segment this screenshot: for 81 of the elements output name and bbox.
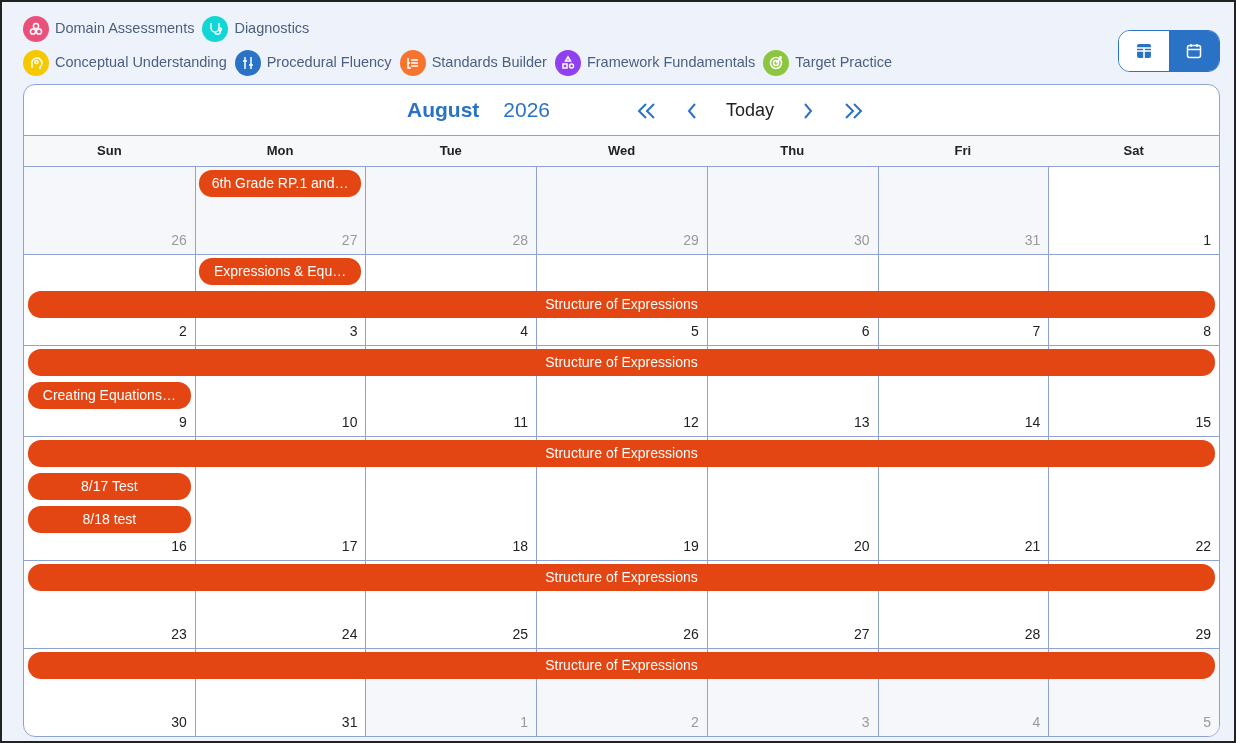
day-number: 29 (683, 230, 700, 250)
day-number: 1 (1203, 230, 1212, 250)
day-number: 23 (171, 624, 188, 644)
weekday-header: Thu (779, 142, 806, 160)
day-number: 16 (171, 536, 188, 556)
chevron-left-icon (686, 102, 699, 121)
day-number: 3 (861, 712, 871, 732)
calendar-icon (1185, 42, 1203, 60)
day-number: 27 (341, 230, 359, 250)
weekday-header: Tue (438, 142, 463, 160)
day-number: 18 (512, 536, 530, 556)
legend-label: Target Practice (795, 53, 893, 73)
day-number: 1 (520, 712, 530, 732)
day-number: 2 (691, 712, 700, 732)
day-number: 24 (341, 624, 359, 644)
day-number: 5 (1203, 712, 1212, 732)
day-number: 30 (854, 230, 871, 250)
event-pill[interactable]: 8/17 Test (28, 472, 191, 500)
table-view-button[interactable] (1119, 31, 1169, 71)
day-number: 21 (1024, 536, 1042, 556)
day-number: 31 (1024, 230, 1042, 250)
legend-label: Domain Assessments (55, 19, 195, 39)
weekday-header: Mon (265, 142, 295, 160)
event-bar[interactable]: Structure of Expressions (28, 439, 1215, 467)
day-number: 15 (1195, 412, 1212, 432)
legend-label: Standards Builder (431, 53, 547, 73)
shapes-icon (559, 55, 576, 71)
day-number: 29 (1195, 624, 1212, 644)
day-number: 26 (683, 624, 700, 644)
day-number: 27 (854, 624, 871, 644)
year-label: 2026 (503, 97, 551, 124)
day-number: 13 (854, 412, 871, 432)
day-number: 11 (513, 412, 530, 432)
day-number: 10 (341, 412, 359, 432)
day-number: 2 (178, 321, 188, 341)
day-number: 19 (683, 536, 700, 556)
table-icon (1135, 42, 1153, 60)
day-number: 28 (1024, 624, 1042, 644)
weekday-header: Sat (1122, 142, 1145, 160)
stethoscope-icon (207, 21, 224, 37)
day-number: 22 (1195, 536, 1212, 556)
day-number: 14 (1024, 412, 1042, 432)
event-pill[interactable]: Creating Equations… (28, 381, 191, 409)
target-icon (768, 55, 785, 71)
day-number: 28 (512, 230, 530, 250)
day-number: 5 (691, 321, 700, 341)
list-icon (404, 55, 421, 71)
day-number: 31 (341, 712, 359, 732)
weekday-header: Wed (606, 142, 637, 160)
day-number: 30 (171, 712, 188, 732)
day-number: 4 (520, 321, 530, 341)
circles-icon (28, 21, 44, 37)
day-number: 17 (341, 536, 359, 556)
day-number: 4 (1032, 712, 1042, 732)
event-bar[interactable]: Structure of Expressions (28, 290, 1215, 318)
chevron-right-icon (802, 102, 815, 121)
event-bar[interactable]: Structure of Expressions (28, 651, 1215, 679)
weekday-header: Sun (96, 142, 123, 160)
legend-label: Framework Fundamentals (586, 53, 756, 73)
head-icon (28, 55, 44, 71)
day-number: 20 (854, 536, 871, 556)
legend-label: Conceptual Understanding (55, 53, 227, 73)
day-number: 3 (349, 321, 359, 341)
legend-label: Procedural Fluency (266, 53, 392, 73)
day-number: 9 (178, 412, 188, 432)
day-number: 8 (1203, 321, 1212, 341)
today-button[interactable]: Today (720, 95, 781, 125)
day-number: 12 (683, 412, 700, 432)
double-chevron-right-icon (842, 102, 865, 121)
day-number: 7 (1032, 321, 1042, 341)
day-number: 6 (861, 321, 871, 341)
legend-label: Diagnostics (234, 19, 310, 39)
event-pill[interactable]: 8/18 test (28, 505, 191, 533)
day-number: 26 (171, 230, 188, 250)
event-pill[interactable]: Expressions & Equ… (198, 257, 362, 285)
calendar-view-button[interactable] (1169, 31, 1219, 71)
event-bar[interactable]: Structure of Expressions (28, 348, 1215, 376)
event-bar[interactable]: Structure of Expressions (28, 563, 1215, 591)
month-label: August (407, 97, 480, 124)
day-number: 25 (512, 624, 530, 644)
weekday-header: Fri (953, 142, 973, 160)
